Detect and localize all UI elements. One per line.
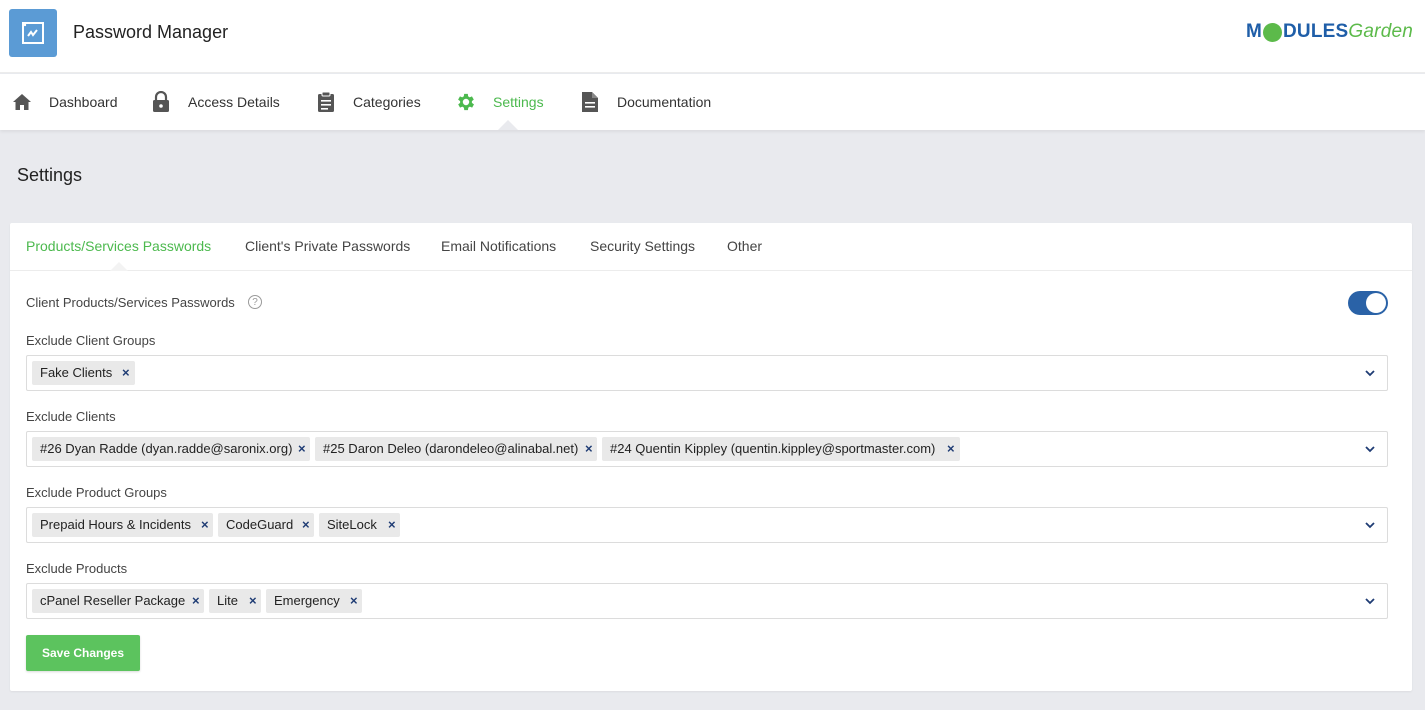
tag-label: cPanel Reseller Package <box>40 593 186 608</box>
tab-security-settings[interactable]: Security Settings <box>590 238 695 254</box>
tag-label: #24 Quentin Kippley (quentin.kippley@spo… <box>610 441 936 456</box>
tab-clients-private-passwords[interactable]: Client's Private Passwords <box>245 238 410 254</box>
remove-tag-icon[interactable]: × <box>201 513 209 537</box>
exclude-product-groups-label: Exclude Product Groups <box>26 485 167 500</box>
exclude-clients-label: Exclude Clients <box>26 409 116 424</box>
settings-card: Products/Services Passwords Client's Pri… <box>10 223 1412 691</box>
nav-item-documentation[interactable]: Documentation <box>579 74 711 130</box>
remove-tag-icon[interactable]: × <box>302 513 310 537</box>
tag-label: Emergency <box>274 593 340 608</box>
tab-email-notifications[interactable]: Email Notifications <box>441 238 556 254</box>
modulesgarden-logo: M DULES Garden <box>1246 21 1413 43</box>
nav-label: Settings <box>493 94 544 110</box>
tag-label: Prepaid Hours & Incidents <box>40 517 192 532</box>
help-icon[interactable]: ? <box>248 295 262 309</box>
exclude-products-select[interactable]: cPanel Reseller Package × Lite × Emergen… <box>26 583 1388 619</box>
products-passwords-toggle[interactable] <box>1348 291 1388 315</box>
exclude-products-label: Exclude Products <box>26 561 128 576</box>
tag-product: Emergency × <box>266 589 362 613</box>
tag-label: Lite <box>217 593 238 608</box>
tab-products-services-passwords[interactable]: Products/Services Passwords <box>26 238 211 254</box>
save-changes-button[interactable]: Save Changes <box>26 635 140 671</box>
chevron-down-icon[interactable] <box>1363 594 1377 608</box>
remove-tag-icon[interactable]: × <box>585 437 593 461</box>
page-title: Settings <box>17 165 83 185</box>
tag-label: Fake Clients <box>40 365 113 380</box>
app-title: Password Manager <box>73 22 229 42</box>
tag-label: SiteLock <box>327 517 377 532</box>
exclude-client-groups-select[interactable]: Fake Clients × <box>26 355 1388 391</box>
active-nav-indicator <box>498 120 518 130</box>
app-header: Password Manager M DULES Garden <box>0 0 1425 73</box>
home-icon <box>11 91 33 113</box>
tag-label: #25 Daron Deleo (darondeleo@alinabal.net… <box>323 441 579 456</box>
tag-product-group: Prepaid Hours & Incidents × <box>32 513 213 537</box>
tag-client: #26 Dyan Radde (dyan.radde@saronix.org) … <box>32 437 310 461</box>
brand-mid: DULES <box>1283 21 1349 42</box>
document-icon <box>579 91 601 113</box>
tag-product: cPanel Reseller Package × <box>32 589 204 613</box>
nav-label: Documentation <box>617 94 712 110</box>
tag-product-group: SiteLock × <box>319 513 400 537</box>
clipboard-icon <box>315 91 337 113</box>
tag-fake-clients: Fake Clients × <box>32 361 135 385</box>
tag-product-group: CodeGuard × <box>218 513 314 537</box>
gear-icon <box>455 91 477 113</box>
active-tab-indicator <box>110 262 128 271</box>
remove-tag-icon[interactable]: × <box>388 513 396 537</box>
lock-icon <box>150 91 172 113</box>
nav-item-dashboard[interactable]: Dashboard <box>11 74 118 130</box>
remove-tag-icon[interactable]: × <box>249 589 257 613</box>
chevron-down-icon[interactable] <box>1363 442 1377 456</box>
tab-other[interactable]: Other <box>727 238 762 254</box>
nav-label: Access Details <box>188 94 280 110</box>
tag-client: #24 Quentin Kippley (quentin.kippley@spo… <box>602 437 960 461</box>
remove-tag-icon[interactable]: × <box>298 437 306 461</box>
settings-tabs: Products/Services Passwords Client's Pri… <box>10 223 1412 271</box>
remove-tag-icon[interactable]: × <box>947 437 955 461</box>
tag-label: CodeGuard <box>226 517 294 532</box>
app-logo-icon <box>9 9 57 57</box>
nav-label: Categories <box>353 94 421 110</box>
remove-tag-icon[interactable]: × <box>350 589 358 613</box>
remove-tag-icon[interactable]: × <box>192 589 200 613</box>
main-nav: Dashboard Access Details Categories Sett… <box>0 74 1425 130</box>
tag-product: Lite × <box>209 589 261 613</box>
remove-tag-icon[interactable]: × <box>122 361 130 385</box>
nav-label: Dashboard <box>49 94 118 110</box>
exclude-client-groups-label: Exclude Client Groups <box>26 333 156 348</box>
chevron-down-icon[interactable] <box>1363 366 1377 380</box>
exclude-product-groups-select[interactable]: Prepaid Hours & Incidents × CodeGuard × … <box>26 507 1388 543</box>
tag-label: #26 Dyan Radde (dyan.radde@saronix.org) <box>40 441 293 456</box>
nav-item-access-details[interactable]: Access Details <box>150 74 280 130</box>
nav-item-categories[interactable]: Categories <box>315 74 421 130</box>
tag-client: #25 Daron Deleo (darondeleo@alinabal.net… <box>315 437 597 461</box>
brand-left: M <box>1245 21 1263 42</box>
brand-right: Garden <box>1348 21 1413 42</box>
toggle-label: Client Products/Services Passwords <box>26 295 235 310</box>
chevron-down-icon[interactable] <box>1363 518 1377 532</box>
brand-globe-icon <box>1263 22 1283 42</box>
exclude-clients-select[interactable]: #26 Dyan Radde (dyan.radde@saronix.org) … <box>26 431 1388 467</box>
toggle-knob <box>1366 293 1386 313</box>
